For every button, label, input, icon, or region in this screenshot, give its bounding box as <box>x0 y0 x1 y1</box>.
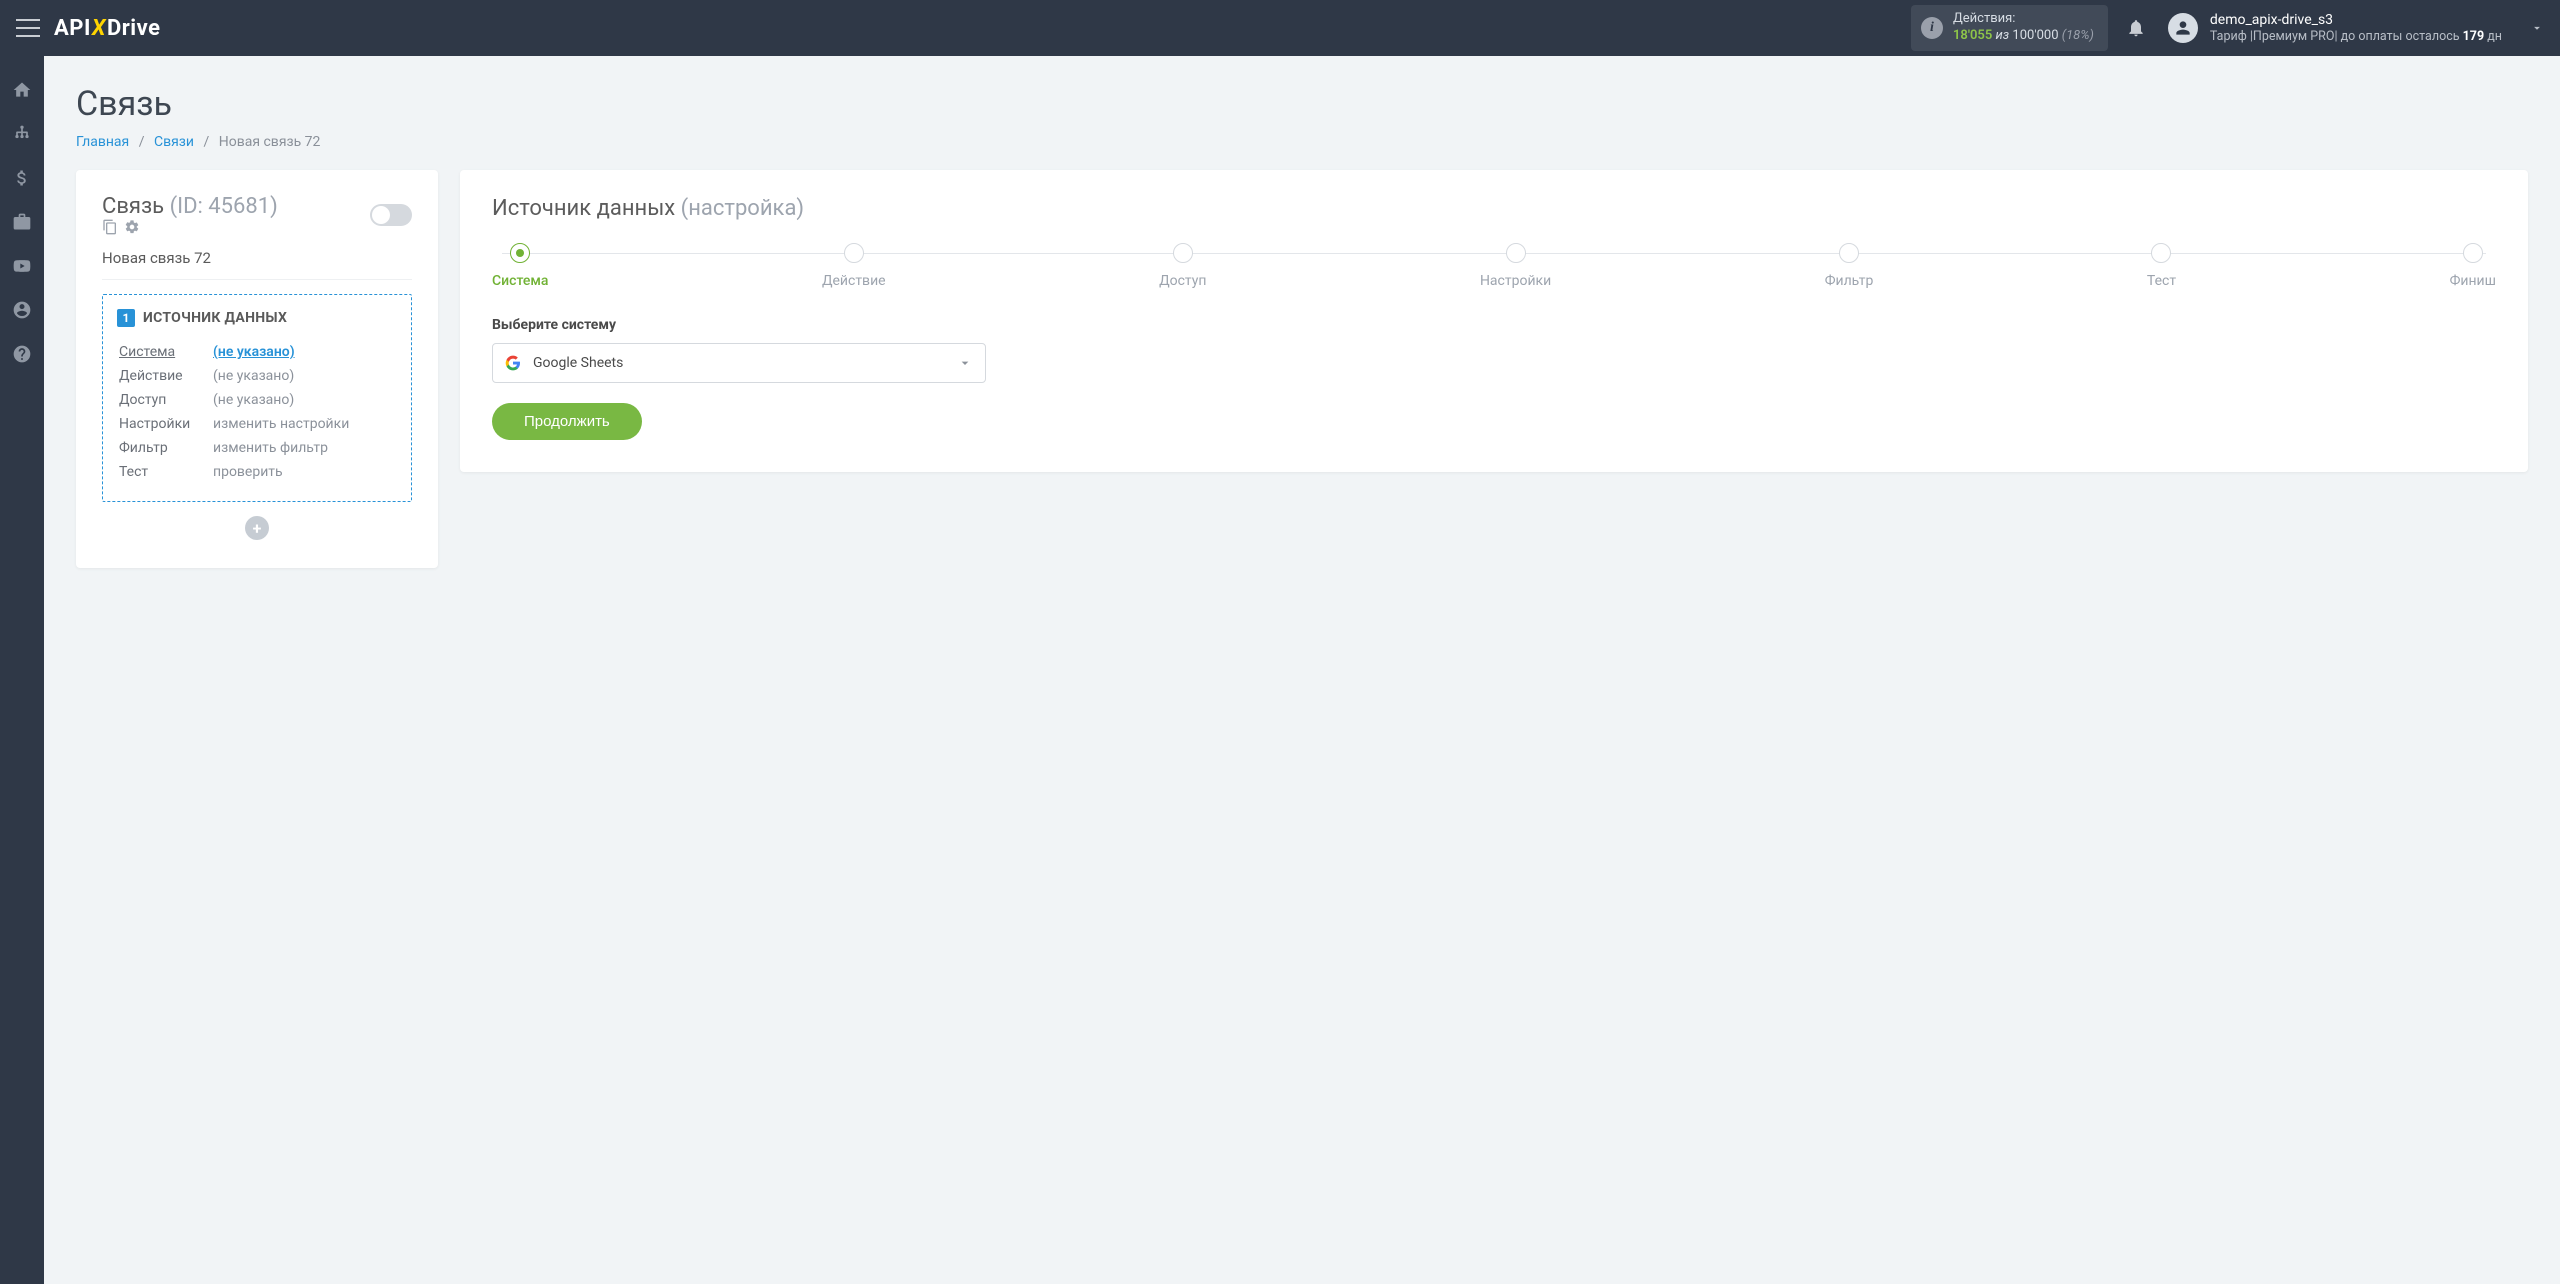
step-фильтр[interactable]: Фильтр <box>1825 243 1874 289</box>
info-icon: i <box>1921 17 1943 39</box>
breadcrumb: Главная / Связи / Новая связь 72 <box>76 134 2528 150</box>
source-row-value: (не указано) <box>213 389 395 411</box>
continue-button[interactable]: Продолжить <box>492 403 642 440</box>
system-selected: Google Sheets <box>533 355 623 371</box>
actions-label: Действия: <box>1953 11 2094 28</box>
user-name: demo_apix-drive_s3 <box>2210 11 2502 29</box>
source-row[interactable]: Тестпроверить <box>119 461 395 483</box>
source-row-value: изменить фильтр <box>213 437 395 459</box>
step-label: Система <box>492 273 548 289</box>
step-circle <box>2463 243 2483 263</box>
connection-toggle[interactable] <box>370 204 412 226</box>
step-настройки[interactable]: Настройки <box>1480 243 1551 289</box>
step-circle <box>510 243 530 263</box>
user-block[interactable]: demo_apix-drive_s3 Тариф |Премиум PRO| д… <box>2168 11 2544 45</box>
hamburger-icon[interactable] <box>16 19 40 37</box>
step-circle <box>1173 243 1193 263</box>
step-система[interactable]: Система <box>492 243 548 289</box>
copy-icon[interactable] <box>102 219 118 235</box>
logo-x: X <box>91 16 107 41</box>
source-row[interactable]: Настройкиизменить настройки <box>119 413 395 435</box>
breadcrumb-current: Новая связь 72 <box>219 134 321 150</box>
source-row-value: проверить <box>213 461 395 483</box>
sidebar-item-help[interactable] <box>0 334 44 374</box>
source-row-value: (не указано) <box>213 365 395 387</box>
config-title: Источник данных (настройка) <box>492 196 2496 221</box>
sidebar-item-video[interactable] <box>0 246 44 286</box>
chevron-down-icon <box>957 355 973 371</box>
logo[interactable]: APIXDrive <box>54 16 161 41</box>
system-select[interactable]: Google Sheets <box>492 343 986 383</box>
sidebar-item-profile[interactable] <box>0 290 44 330</box>
gear-icon[interactable] <box>124 219 140 235</box>
system-field-label: Выберите систему <box>492 317 2496 333</box>
actions-box[interactable]: i Действия: 18'055 из 100'000 (18%) <box>1911 5 2108 51</box>
avatar-icon <box>2168 13 2198 43</box>
source-number: 1 <box>117 309 135 327</box>
step-circle <box>844 243 864 263</box>
source-row-label: Фильтр <box>119 437 211 459</box>
source-row-label: Тест <box>119 461 211 483</box>
breadcrumb-home[interactable]: Главная <box>76 134 129 150</box>
step-доступ[interactable]: Доступ <box>1159 243 1206 289</box>
source-row-label: Доступ <box>119 389 211 411</box>
source-row[interactable]: Доступ(не указано) <box>119 389 395 411</box>
source-row[interactable]: Действие(не указано) <box>119 365 395 387</box>
actions-pct: (18%) <box>2062 28 2094 43</box>
config-card: Источник данных (настройка) Система Дейст… <box>460 170 2528 472</box>
actions-text: Действия: 18'055 из 100'000 (18%) <box>1953 11 2094 45</box>
logo-drive: Drive <box>107 16 161 41</box>
add-destination-button[interactable]: + <box>245 516 269 540</box>
step-тест[interactable]: Тест <box>2147 243 2176 289</box>
main-content: Связь Главная / Связи / Новая связь 72 С… <box>44 56 2560 596</box>
step-circle <box>2151 243 2171 263</box>
breadcrumb-links[interactable]: Связи <box>154 134 194 150</box>
source-row[interactable]: Система(не указано) <box>119 341 395 363</box>
stepper: Система Действие Доступ Настройки Фильтр Тест… <box>492 243 2496 289</box>
actions-used: 18'055 <box>1953 28 1992 43</box>
source-row-link[interactable]: (не указано) <box>213 344 295 360</box>
google-icon <box>505 355 521 371</box>
source-row-label: Система <box>119 341 211 363</box>
source-row-value: изменить настройки <box>213 413 395 435</box>
source-row[interactable]: Фильтризменить фильтр <box>119 437 395 459</box>
chevron-down-icon <box>2530 21 2544 35</box>
step-финиш[interactable]: Финиш <box>2450 243 2496 289</box>
logo-api: API <box>54 16 91 41</box>
step-circle <box>1506 243 1526 263</box>
sidebar-item-briefcase[interactable] <box>0 202 44 242</box>
sidebar-item-connections[interactable] <box>0 114 44 154</box>
user-tariff: Тариф |Премиум PRO| до оплаты осталось 1… <box>2210 29 2502 45</box>
source-row-label: Действие <box>119 365 211 387</box>
source-row-label: Настройки <box>119 413 211 435</box>
step-label: Настройки <box>1480 273 1551 289</box>
sidebar-item-home[interactable] <box>0 70 44 110</box>
step-label: Доступ <box>1159 273 1206 289</box>
bell-icon[interactable] <box>2126 18 2146 38</box>
step-circle <box>1839 243 1859 263</box>
top-header: APIXDrive i Действия: 18'055 из 100'000 … <box>0 0 2560 56</box>
step-label: Фильтр <box>1825 273 1874 289</box>
user-text: demo_apix-drive_s3 Тариф |Премиум PRO| д… <box>2210 11 2502 45</box>
source-row-value: (не указано) <box>213 341 395 363</box>
connection-name: Новая связь 72 <box>102 249 412 280</box>
step-label: Тест <box>2147 273 2176 289</box>
source-title: ИСТОЧНИК ДАННЫХ <box>143 310 287 326</box>
step-label: Финиш <box>2450 273 2496 289</box>
connection-card: Связь (ID: 45681) Новая связь 72 1 ИСТОЧ… <box>76 170 438 568</box>
left-sidebar <box>0 56 44 1284</box>
sidebar-item-billing[interactable] <box>0 158 44 198</box>
connection-title: Связь (ID: 45681) <box>102 194 278 235</box>
step-label: Действие <box>822 273 886 289</box>
step-действие[interactable]: Действие <box>822 243 886 289</box>
page-title: Связь <box>76 84 2528 124</box>
source-box: 1 ИСТОЧНИК ДАННЫХ Система(не указано)Дей… <box>102 294 412 502</box>
source-table: Система(не указано)Действие(не указано)Д… <box>117 339 397 485</box>
